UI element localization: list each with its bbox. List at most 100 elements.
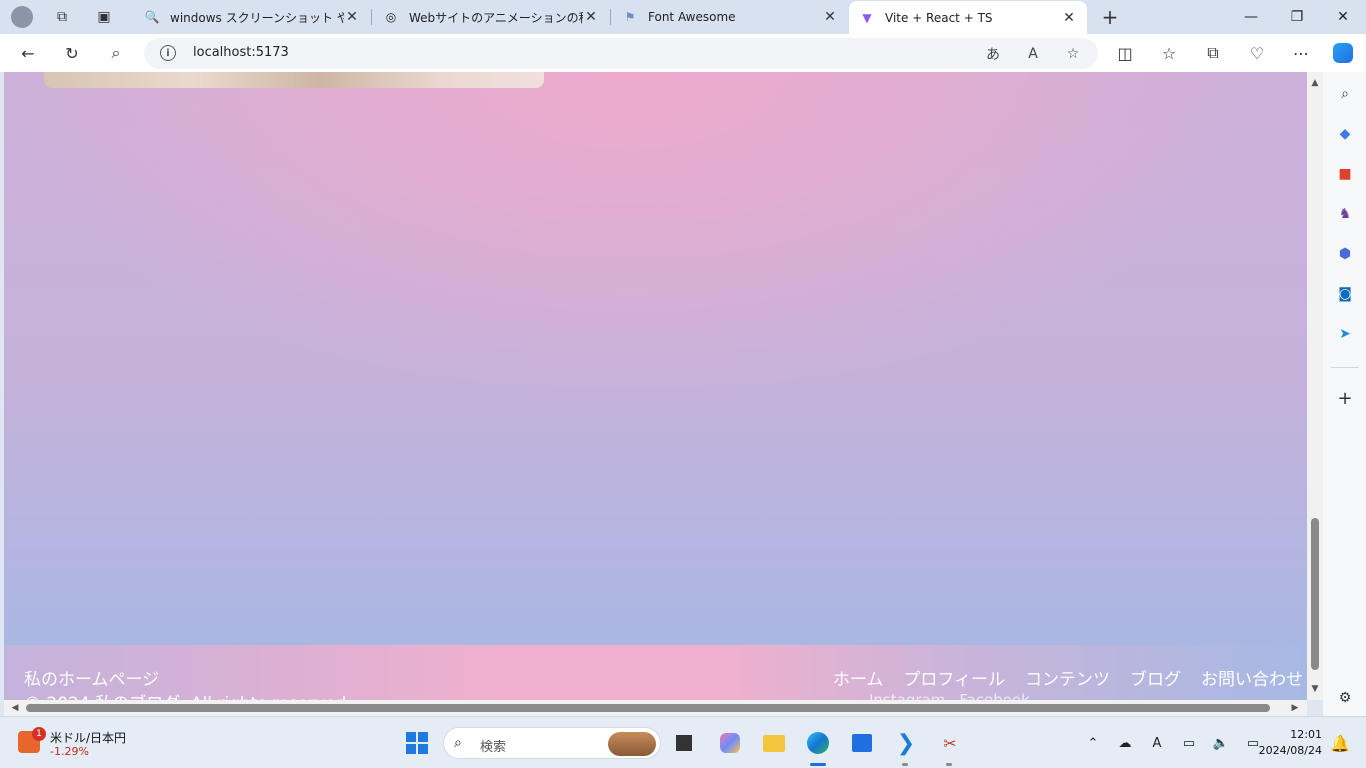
split-screen-button[interactable]: ◫: [1110, 39, 1140, 67]
sidebar-outlook-button[interactable]: ◙: [1332, 281, 1358, 307]
scroll-up-arrow-icon[interactable]: ▲: [1310, 78, 1320, 88]
ime-indicator[interactable]: A: [1146, 736, 1168, 751]
footer-nav-contact[interactable]: お問い合わせ: [1201, 665, 1303, 690]
m365-icon: ⬢: [1338, 246, 1352, 262]
taskbar-search[interactable]: ⌕ 検索: [443, 727, 661, 759]
snipping-tool-button[interactable]: ✂: [936, 729, 964, 757]
browser-toolbar: ← ↻ ⌕ i localhost:5173 あ A ☆ ◫ ☆ ⧉ ♡ ⋯: [0, 34, 1366, 72]
file-explorer-button[interactable]: [760, 729, 788, 757]
hero-image: [44, 72, 544, 88]
close-tab-icon[interactable]: ✕: [822, 9, 838, 25]
task-view-button[interactable]: [670, 729, 698, 757]
send-icon: ➤: [1339, 326, 1351, 342]
browser-essentials-button[interactable]: ♡: [1242, 39, 1272, 67]
back-button[interactable]: ←: [13, 39, 43, 67]
favorite-star-icon[interactable]: ☆: [1062, 43, 1084, 65]
close-tab-icon[interactable]: ✕: [344, 9, 360, 25]
footer-nav: ホーム プロフィール コンテンツ ブログ お問い合わせ: [833, 665, 1303, 690]
sidebar-games-button[interactable]: ♞: [1332, 201, 1358, 227]
copilot-taskbar-button[interactable]: [716, 729, 744, 757]
workspaces-button[interactable]: ⧉: [48, 4, 76, 30]
toolbox-icon: ■: [1338, 166, 1352, 182]
scroll-left-arrow-icon[interactable]: ◀: [10, 703, 20, 713]
footer-nav-contents[interactable]: コンテンツ: [1025, 665, 1110, 690]
tab-animation[interactable]: ◎ Webサイトのアニメーションの種類と効 ✕: [373, 2, 609, 32]
gear-icon: ⚙: [1338, 690, 1352, 706]
scroll-right-arrow-icon[interactable]: ▶: [1290, 703, 1300, 713]
network-icon[interactable]: ▭: [1178, 736, 1200, 751]
tab-font-awesome[interactable]: ⚑ Font Awesome ✕: [612, 2, 848, 32]
heart-pulse-icon: ♡: [1249, 43, 1265, 63]
back-arrow-icon: ←: [21, 43, 35, 63]
outlook-icon: ◙: [1338, 286, 1352, 302]
refresh-icon: ↻: [65, 43, 79, 63]
tab-title: Webサイトのアニメーションの種類と効: [409, 10, 583, 25]
footer-nav-home[interactable]: ホーム: [833, 665, 884, 690]
translate-icon[interactable]: あ: [982, 43, 1004, 65]
favorites-icon: ☆: [1161, 43, 1177, 63]
new-tab-button[interactable]: +: [1096, 4, 1124, 30]
search-button[interactable]: ⌕: [101, 39, 131, 67]
widgets-button[interactable]: 1 米ドル/日本円 -1.29%: [16, 727, 146, 761]
restore-button[interactable]: ❐: [1274, 0, 1320, 34]
sidebar-send-button[interactable]: ➤: [1332, 321, 1358, 347]
chevron-up-icon[interactable]: ⌃: [1082, 736, 1104, 751]
collections-button[interactable]: ⧉: [1198, 39, 1228, 67]
more-dots-icon: ⋯: [1293, 43, 1309, 63]
copilot-button[interactable]: [1328, 39, 1358, 67]
notification-badge: 1: [32, 727, 46, 741]
page-viewport: 私のホームページ © 2024 私のブログ. All rights reserv…: [4, 72, 1307, 700]
favorites-button[interactable]: ☆: [1154, 39, 1184, 67]
volume-icon[interactable]: 🔈: [1210, 736, 1232, 751]
plus-icon: +: [1337, 387, 1353, 409]
minimize-button[interactable]: —: [1228, 0, 1274, 34]
tab-strip: ⧉ ▣ 🔍 windows スクリーンショット やり方 - 検 ✕ ◎ Webサ…: [0, 0, 1366, 34]
sidebar-shopping-button[interactable]: ◆: [1332, 121, 1358, 147]
sidebar-tools-button[interactable]: ■: [1332, 161, 1358, 187]
store-button[interactable]: [848, 729, 876, 757]
sidebar-m365-button[interactable]: ⬢: [1332, 241, 1358, 267]
site-info-icon[interactable]: i: [160, 45, 176, 61]
tab-search[interactable]: 🔍 windows スクリーンショット やり方 - 検 ✕: [134, 2, 370, 32]
profile-button[interactable]: [8, 4, 36, 30]
address-bar[interactable]: i localhost:5173 あ A ☆: [144, 38, 1098, 69]
facebook-link[interactable]: Facebook: [959, 691, 1029, 700]
split-screen-icon: ◫: [1117, 43, 1133, 63]
edge-icon: [807, 732, 829, 754]
running-app-indicator: [902, 763, 908, 766]
sidebar-settings-button[interactable]: ⚙: [1332, 685, 1358, 711]
search-label: 検索: [480, 740, 507, 755]
scroll-down-arrow-icon[interactable]: ▼: [1310, 684, 1320, 694]
footer-nav-blog[interactable]: ブログ: [1130, 665, 1181, 690]
clock[interactable]: 12:01 2024/08/24: [1258, 727, 1322, 759]
horizontal-scroll-thumb[interactable]: [26, 704, 1270, 712]
url-text[interactable]: localhost:5173: [193, 45, 289, 60]
widget-change: -1.29%: [50, 745, 89, 758]
notifications-button[interactable]: 🔔: [1326, 729, 1354, 757]
horizontal-scrollbar[interactable]: ◀ ▶: [4, 700, 1307, 716]
vertical-scrollbar[interactable]: ▲ ▼: [1307, 72, 1323, 700]
refresh-button[interactable]: ↻: [57, 39, 87, 67]
read-aloud-icon[interactable]: A: [1022, 43, 1044, 65]
close-window-button[interactable]: ✕: [1320, 0, 1366, 34]
scissors-icon: ✂: [943, 733, 957, 753]
close-tab-icon[interactable]: ✕: [1061, 10, 1077, 26]
vertical-scroll-thumb[interactable]: [1311, 518, 1319, 670]
start-button[interactable]: [403, 729, 431, 757]
tab-vite-react[interactable]: ▼ Vite + React + TS ✕: [849, 1, 1087, 34]
sidebar-add-button[interactable]: +: [1332, 385, 1358, 411]
instagram-link[interactable]: Instagram: [869, 691, 945, 700]
sidebar-search-button[interactable]: ⌕: [1332, 81, 1358, 107]
settings-more-button[interactable]: ⋯: [1286, 39, 1316, 67]
search-icon: ⌕: [454, 735, 462, 751]
vscode-button[interactable]: ❯: [892, 729, 920, 757]
edge-taskbar-button[interactable]: [804, 729, 832, 757]
footer-site-name[interactable]: 私のホームページ: [24, 665, 159, 690]
onedrive-off-icon[interactable]: ☁: [1114, 736, 1136, 751]
tab-actions-button[interactable]: ▣: [90, 4, 118, 30]
clock-time: 12:01: [1290, 728, 1322, 741]
widget-title: 米ドル/日本円: [50, 731, 127, 745]
footer-nav-profile[interactable]: プロフィール: [903, 665, 1005, 690]
tab-title: windows スクリーンショット やり方 - 検: [170, 10, 344, 25]
close-tab-icon[interactable]: ✕: [583, 9, 599, 25]
